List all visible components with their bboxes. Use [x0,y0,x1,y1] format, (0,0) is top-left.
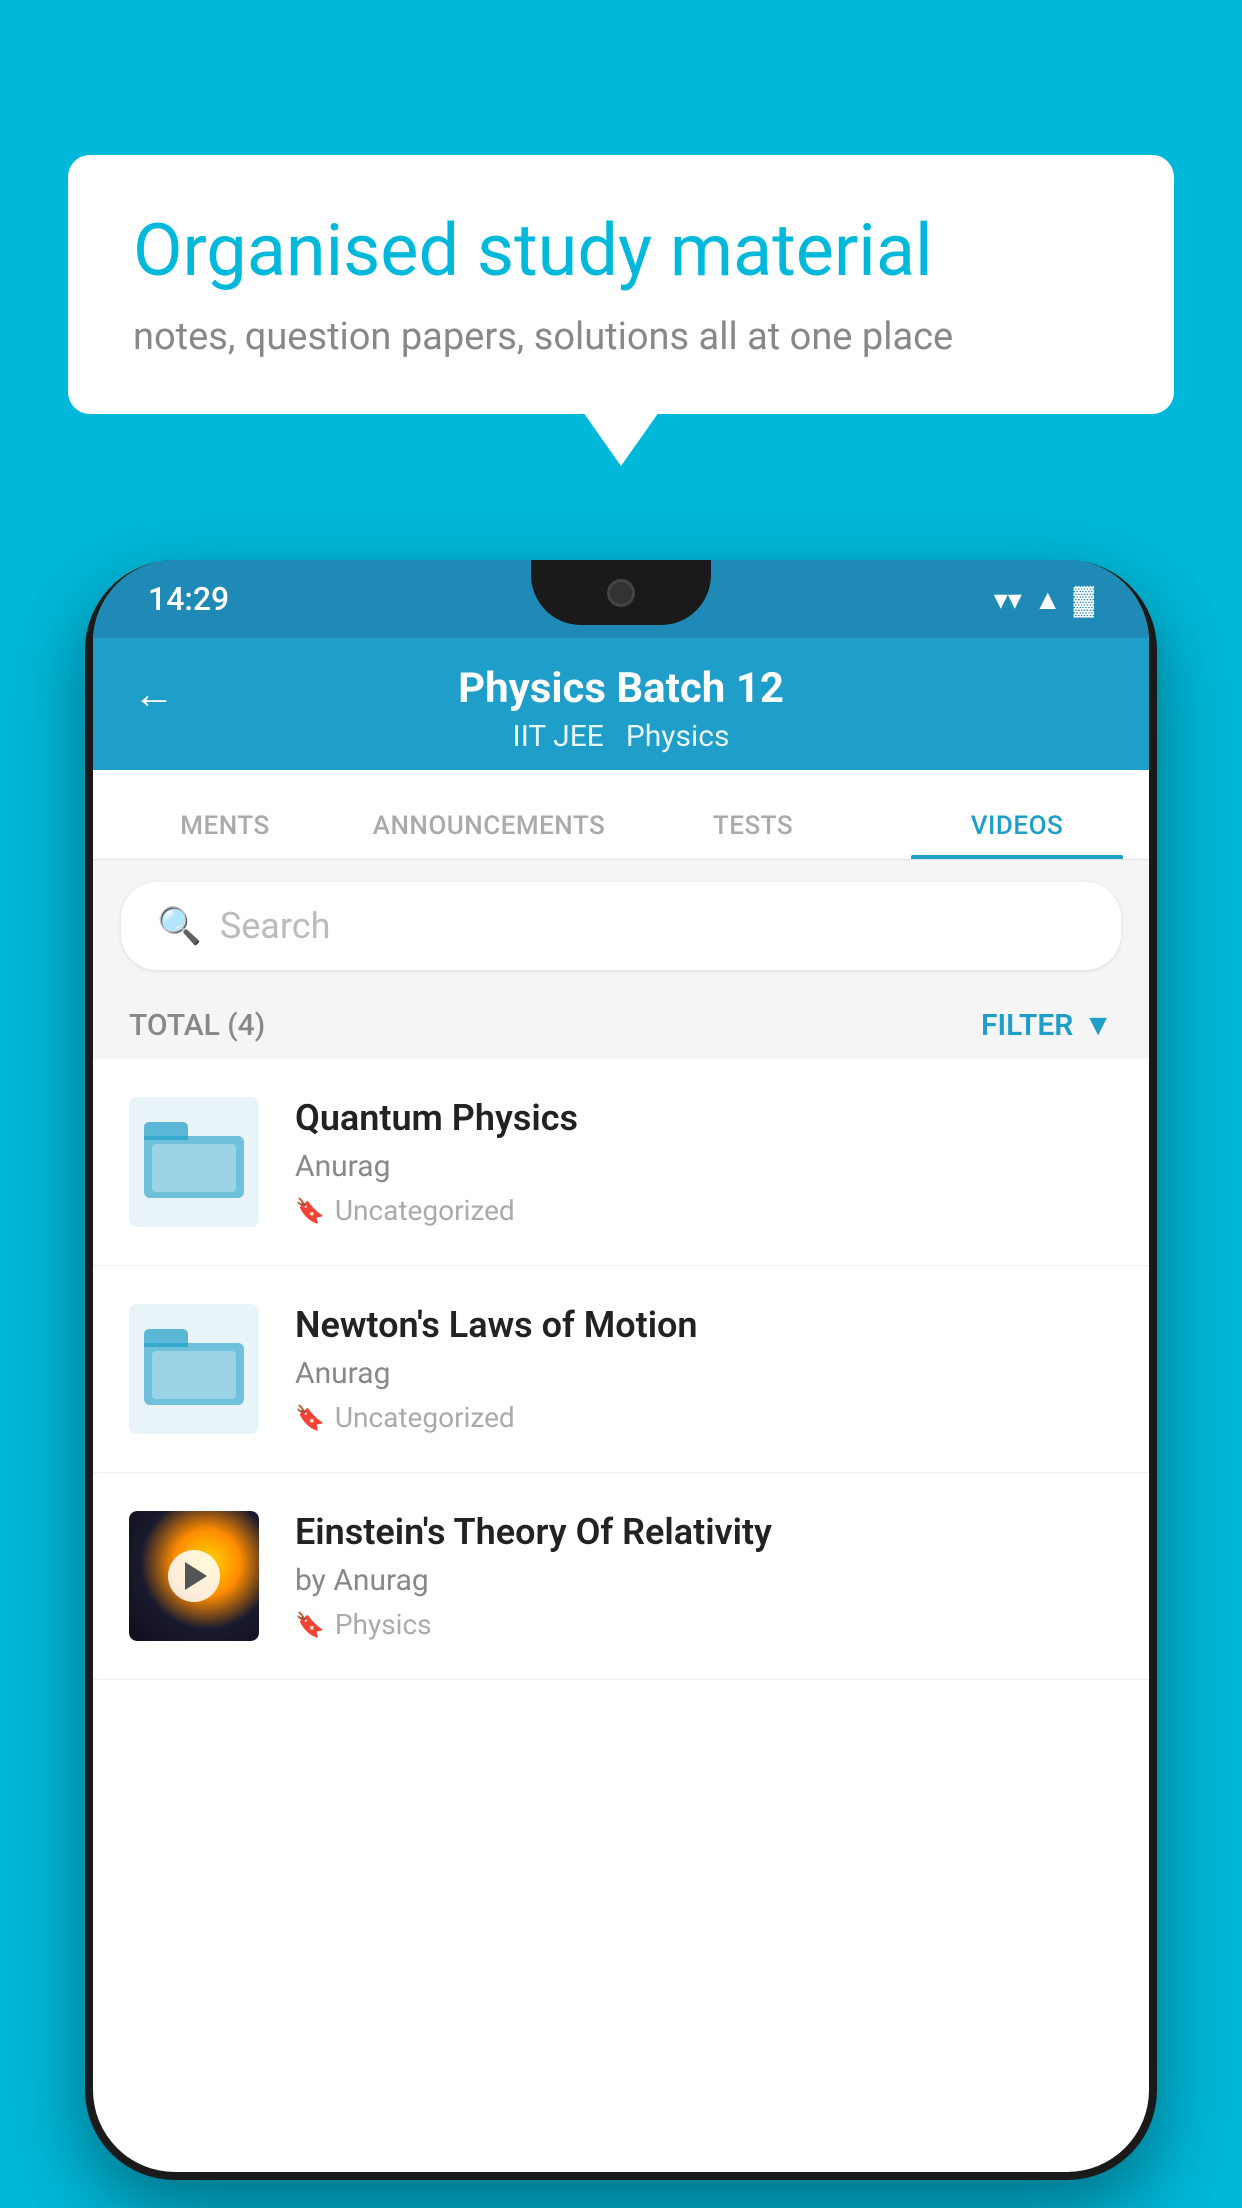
search-icon: 🔍 [157,905,202,947]
item-thumbnail [129,1304,259,1434]
speech-bubble-container: Organised study material notes, question… [68,155,1174,414]
subtext: notes, question papers, solutions all at… [133,315,1109,359]
search-container: 🔍 Search [93,860,1149,992]
play-button[interactable] [168,1550,220,1602]
item-info: Newton's Laws of Motion Anurag 🔖 Uncateg… [295,1304,1113,1434]
item-tag: 🔖 Physics [295,1608,1113,1641]
tag-icon: 🔖 [295,1404,325,1432]
tag-label: Physics [335,1608,432,1641]
item-info: Einstein's Theory Of Relativity by Anura… [295,1511,1113,1641]
item-tag: 🔖 Uncategorized [295,1194,1113,1227]
tab-tests[interactable]: TESTS [621,811,885,859]
item-author: by Anurag [295,1563,1113,1598]
phone-notch [531,560,711,625]
video-thumbnail-image [129,1511,259,1641]
camera [607,579,635,607]
list-item[interactable]: Quantum Physics Anurag 🔖 Uncategorized [93,1059,1149,1266]
back-button[interactable]: ← [133,670,175,719]
filter-icon: ▼ [1083,1008,1113,1043]
speech-bubble: Organised study material notes, question… [68,155,1174,414]
app-bar-subtitle: IIT JEE Physics [513,719,730,754]
filter-bar: TOTAL (4) FILTER ▼ [93,992,1149,1059]
item-info: Quantum Physics Anurag 🔖 Uncategorized [295,1097,1113,1227]
status-time: 14:29 [148,580,229,618]
subtitle-right: Physics [626,719,730,754]
signal-icon: ▲ [1034,583,1062,616]
phone: 14:29 ▾▾ ▲ ▓ ← Physics Batch 12 IIT JEE … [85,560,1157,2180]
battery-icon: ▓ [1074,583,1094,616]
item-author: Anurag [295,1356,1113,1391]
tag-label: Uncategorized [335,1194,515,1227]
list-item[interactable]: Einstein's Theory Of Relativity by Anura… [93,1473,1149,1680]
tab-announcements[interactable]: ANNOUNCEMENTS [357,811,621,859]
tab-ments[interactable]: MENTS [93,811,357,859]
phone-wrapper: 14:29 ▾▾ ▲ ▓ ← Physics Batch 12 IIT JEE … [85,560,1157,2208]
tag-icon: 🔖 [295,1611,325,1639]
list-item[interactable]: Newton's Laws of Motion Anurag 🔖 Uncateg… [93,1266,1149,1473]
item-title: Newton's Laws of Motion [295,1304,1113,1346]
tabs-container: MENTS ANNOUNCEMENTS TESTS VIDEOS [93,770,1149,860]
filter-label: FILTER [981,1008,1073,1043]
phone-screen: 14:29 ▾▾ ▲ ▓ ← Physics Batch 12 IIT JEE … [93,560,1149,2172]
search-input[interactable]: Search [220,905,331,947]
play-triangle-icon [185,1562,207,1590]
item-title: Einstein's Theory Of Relativity [295,1511,1113,1553]
item-thumbnail [129,1511,259,1641]
item-thumbnail [129,1097,259,1227]
video-list: Quantum Physics Anurag 🔖 Uncategorized [93,1059,1149,1680]
headline: Organised study material [133,210,1109,293]
item-tag: 🔖 Uncategorized [295,1401,1113,1434]
filter-button[interactable]: FILTER ▼ [981,1008,1113,1043]
subtitle-left: IIT JEE [513,719,604,754]
search-bar[interactable]: 🔍 Search [121,882,1121,970]
folder-icon [144,1122,244,1202]
app-bar-title: Physics Batch 12 [458,664,784,713]
tag-icon: 🔖 [295,1197,325,1225]
item-author: Anurag [295,1149,1113,1184]
status-icons: ▾▾ ▲ ▓ [994,583,1094,616]
wifi-icon: ▾▾ [994,583,1022,616]
total-label: TOTAL (4) [129,1008,265,1043]
folder-icon [144,1329,244,1409]
tab-videos[interactable]: VIDEOS [885,811,1149,859]
item-title: Quantum Physics [295,1097,1113,1139]
tag-label: Uncategorized [335,1401,515,1434]
